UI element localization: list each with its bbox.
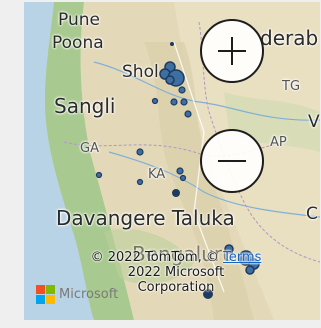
map-widget: Pune Poona derab Shol TG Sangli V AP GA …	[0, 0, 321, 328]
attribution-line-1: © 2022 TomTom, ©	[90, 250, 224, 265]
microsoft-logo: Microsoft	[36, 285, 118, 304]
terms-link[interactable]: Terms	[223, 250, 261, 265]
microsoft-logo-text: Microsoft	[59, 287, 119, 302]
marker-cluster-central[interactable]	[95, 148, 187, 197]
zoom-in-button[interactable]	[200, 19, 264, 83]
zoom-out-button[interactable]	[200, 129, 264, 193]
minus-icon	[218, 160, 246, 162]
plus-icon	[218, 37, 246, 65]
attribution-line-2: 2022 Microsoft	[127, 265, 225, 280]
marker-cluster-north[interactable]	[151, 42, 192, 118]
microsoft-logo-icon	[36, 285, 55, 304]
